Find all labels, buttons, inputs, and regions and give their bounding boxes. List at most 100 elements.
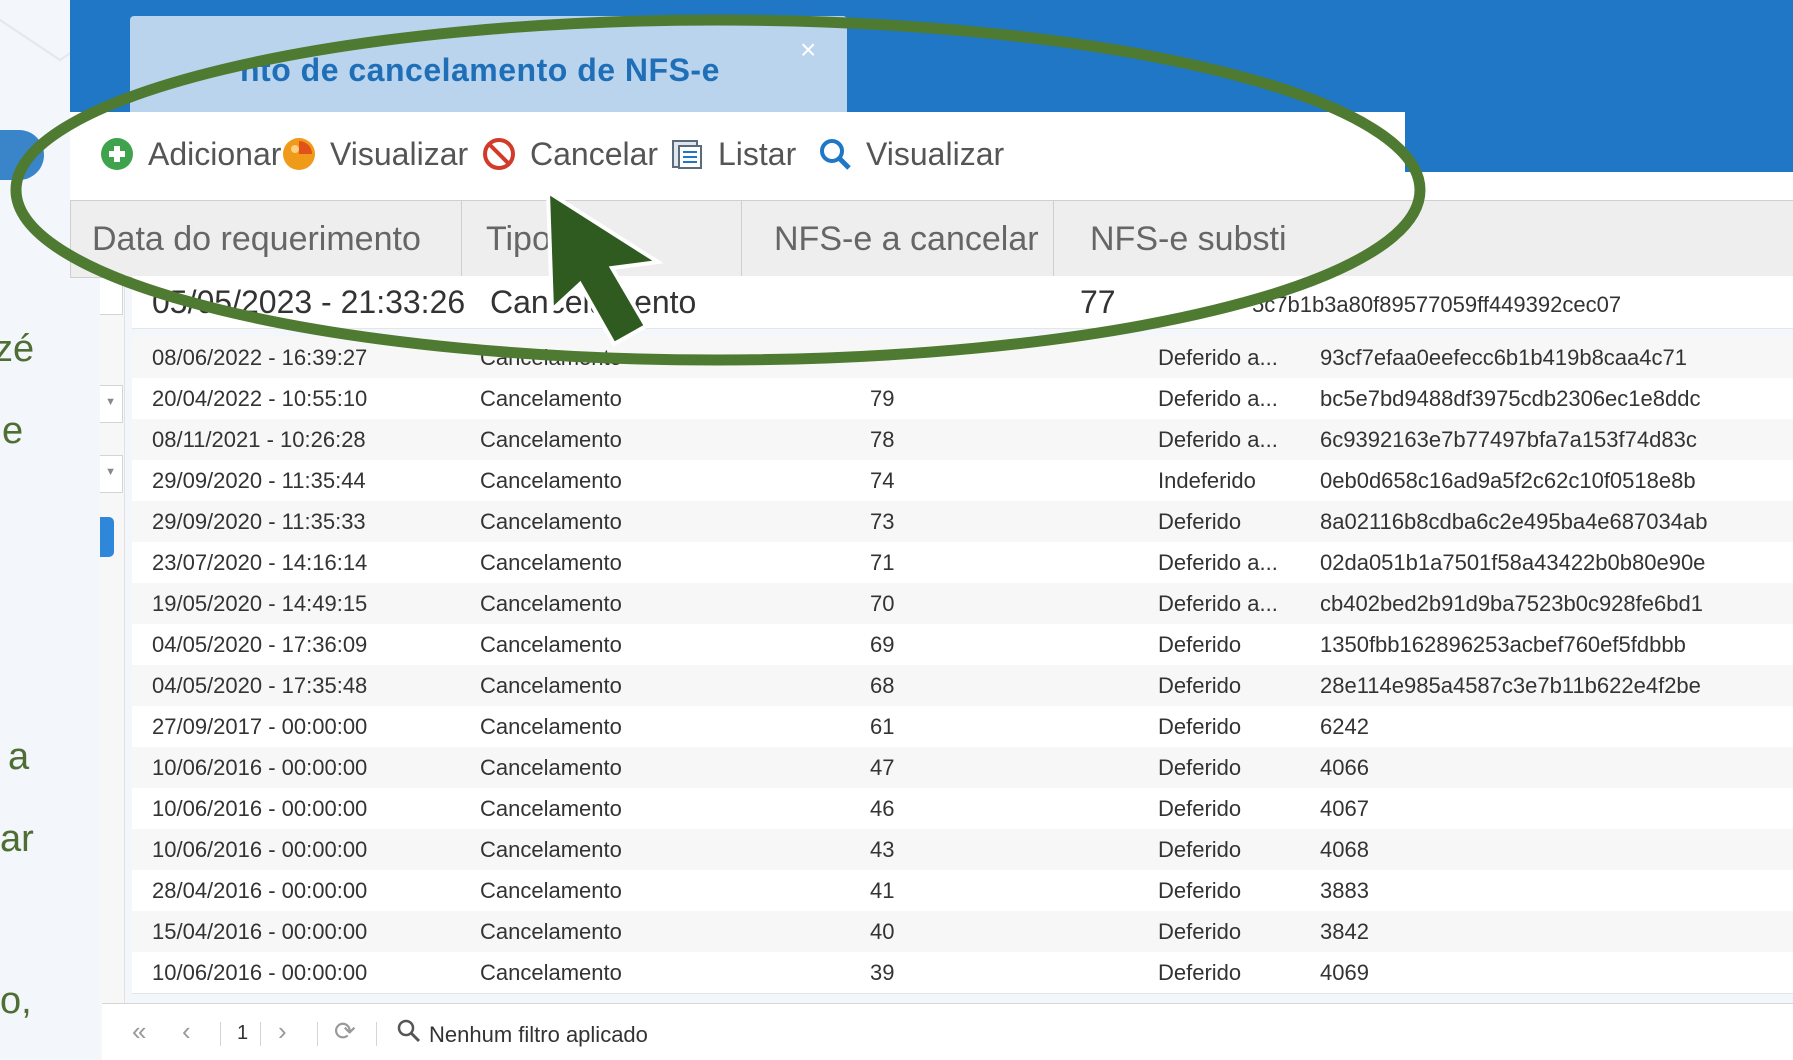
column-header-nfse-substituta[interactable]: NFS-e substi (1054, 201, 1793, 277)
cell-date: 28/04/2016 - 00:00:00 (152, 878, 368, 903)
cell-nfse: 77 (1080, 284, 1116, 320)
plus-circle-icon (100, 137, 134, 171)
cancel-button[interactable]: Cancelar (482, 132, 658, 176)
cell-tipo: Cancelamento (480, 796, 622, 821)
cell-date: 08/06/2022 - 16:39:27 (152, 345, 368, 370)
separator (220, 1022, 221, 1046)
cell-date: 08/11/2021 - 10:26:28 (152, 427, 366, 452)
table-row[interactable]: 10/06/2016 - 00:00:00 Cancelamento 43 Defer… (132, 829, 1793, 871)
cell-situacao: Deferido a... (1158, 550, 1278, 575)
left-text-fragment: zé (0, 328, 35, 370)
table-header: Data do requerimento Tipo NFS-e a cancel… (70, 200, 1793, 278)
table-row[interactable]: 29/09/2020 - 11:35:44 Cancelamento 74 Indef… (132, 460, 1793, 502)
column-header-tipo[interactable]: Tipo (462, 201, 742, 277)
cell-date: 10/06/2016 - 00:00:00 (152, 796, 368, 821)
cell-date: 20/04/2022 - 10:55:10 (152, 386, 368, 411)
table-row[interactable]: 10/06/2016 - 00:00:00 Cancelamento 39 Defer… (132, 952, 1793, 994)
cell-nfse: 74 (870, 468, 895, 493)
cell-tipo: Cancelamento (480, 550, 622, 575)
filter-search-icon (396, 1018, 422, 1051)
cell-tipo: Cancelamento (480, 673, 622, 698)
tab-cancelamento[interactable]: nto de cancelamento de NFS-e × (130, 16, 847, 112)
table-row[interactable]: 27/09/2017 - 00:00:00 Cancelamento 61 Defer… (132, 706, 1793, 748)
toolbar: Adicionar Visualizar Cancelar Listar Vis (70, 112, 1793, 200)
table-row[interactable]: 10/06/2016 - 00:00:00 Cancelamento 46 Defer… (132, 788, 1793, 830)
table-row[interactable]: 08/11/2021 - 10:26:28 Cancelamento 78 Defer… (132, 419, 1793, 461)
column-header-data[interactable]: Data do requerimento (70, 201, 462, 277)
cell-situacao: Deferido (1158, 960, 1242, 985)
tab-title: nto de cancelamento de NFS-e (240, 52, 720, 88)
cell-tipo: Cancelamento (480, 960, 622, 985)
cell-hash: 0eb0d658c16ad9a5f2c62c10f0518e8b (1320, 468, 1696, 493)
table-row[interactable]: 28/04/2016 - 00:00:00 Cancelamento 41 Defer… (132, 870, 1793, 912)
table-row[interactable]: 29/09/2020 - 11:35:33 Cancelamento 73 Defer… (132, 501, 1793, 543)
cell-date: 10/06/2016 - 00:00:00 (152, 960, 368, 985)
cell-hash: 4069 (1320, 960, 1369, 985)
cell-nfse: 79 (870, 386, 895, 411)
cell-nfse: 39 (870, 960, 895, 985)
cell-tipo: Cancelamento (480, 345, 622, 370)
header-cell-filler (40, 201, 71, 277)
add-button[interactable]: Adicionar (100, 132, 281, 176)
cell-date: 05/05/2023 - 21:33:26 (152, 284, 466, 320)
next-page-button[interactable]: › (278, 1016, 287, 1047)
column-header-nfse-cancelar[interactable]: NFS-e a cancelar (742, 201, 1054, 277)
pagination-bar: « ‹ 1 › ⟳ Nenhum filtro aplicado (102, 1003, 1793, 1060)
list-icon (670, 137, 704, 171)
cell-nfse: 61 (870, 714, 895, 739)
cell-situacao: Deferido (1158, 878, 1242, 903)
table-row[interactable]: 08/06/2022 - 16:39:27 Cancelamento Deferid… (132, 337, 1793, 379)
close-icon[interactable]: × (800, 34, 816, 66)
table-row[interactable]: 05/05/2023 - 21:33:26 Cancelamento 77 5c7b1… (132, 276, 1793, 329)
cell-nfse: 43 (870, 837, 895, 862)
separator (376, 1022, 377, 1046)
cell-date: 27/09/2017 - 00:00:00 (152, 714, 368, 739)
cell-date: 10/06/2016 - 00:00:00 (152, 755, 368, 780)
cell-date: 10/06/2016 - 00:00:00 (152, 837, 368, 862)
table-row[interactable]: 19/05/2020 - 14:49:15 Cancelamento 70 Defer… (132, 583, 1793, 625)
cell-tipo: Cancelamento (490, 284, 697, 320)
table-row[interactable]: 20/04/2022 - 10:55:10 Cancelamento 79 Defer… (132, 378, 1793, 420)
table-row[interactable]: 23/07/2020 - 14:16:14 Cancelamento 71 Defer… (132, 542, 1793, 584)
list-button[interactable]: Listar (670, 132, 796, 176)
table-row[interactable]: 15/04/2016 - 00:00:00 Cancelamento 40 Defer… (132, 911, 1793, 953)
cell-situacao: Deferido (1158, 755, 1242, 780)
cell-hash: 5c7b1b3a80f89577059ff449392cec07 (1252, 292, 1622, 317)
cell-tipo: Cancelamento (480, 468, 622, 493)
view-button[interactable]: Visualizar (282, 132, 468, 176)
cell-date: 04/05/2020 - 17:35:48 (152, 673, 368, 698)
cell-tipo: Cancelamento (480, 632, 622, 657)
search-view-button-label: Visualizar (866, 135, 1005, 172)
cell-situacao: Deferido (1158, 673, 1242, 698)
toolbar-header-fill (1405, 112, 1793, 172)
cell-situacao: Deferido a... (1158, 591, 1278, 616)
cell-hash: 4066 (1320, 755, 1369, 780)
left-text-fragment: a (8, 736, 30, 778)
cell-nfse: 71 (870, 550, 895, 575)
cell-date: 29/09/2020 - 11:35:33 (152, 509, 366, 534)
orange-view-icon (282, 137, 316, 171)
search-view-button[interactable]: Visualizar (818, 132, 1004, 176)
prev-page-button[interactable]: ‹ (182, 1016, 191, 1047)
refresh-button[interactable]: ⟳ (334, 1016, 356, 1047)
page-number[interactable]: 1 (237, 1022, 248, 1045)
cell-nfse: 47 (870, 755, 895, 780)
filter-status: Nenhum filtro aplicado (429, 1022, 648, 1047)
cell-nfse: 78 (870, 427, 895, 452)
cell-situacao: Indeferido (1158, 468, 1256, 493)
cell-date: 23/07/2020 - 14:16:14 (152, 550, 368, 575)
table-row[interactable]: 04/05/2020 - 17:35:48 Cancelamento 68 Defer… (132, 665, 1793, 707)
table-row[interactable]: 10/06/2016 - 00:00:00 Cancelamento 47 Defer… (132, 747, 1793, 789)
left-text-fragment: ar (0, 818, 34, 860)
cell-tipo: Cancelamento (480, 427, 622, 452)
cancel-button-label: Cancelar (530, 135, 659, 172)
cell-situacao: Deferido (1158, 509, 1242, 534)
cell-nfse: 40 (870, 919, 895, 944)
first-page-button[interactable]: « (132, 1016, 146, 1047)
cell-hash: 28e114e985a4587c3e7b11b622e4f2be (1320, 673, 1701, 698)
cell-tipo: Cancelamento (480, 755, 622, 780)
add-button-label: Adicionar (148, 135, 282, 172)
cell-situacao: Deferido (1158, 796, 1242, 821)
table-row[interactable]: 04/05/2020 - 17:36:09 Cancelamento 69 Defer… (132, 624, 1793, 666)
cell-tipo: Cancelamento (480, 386, 622, 411)
